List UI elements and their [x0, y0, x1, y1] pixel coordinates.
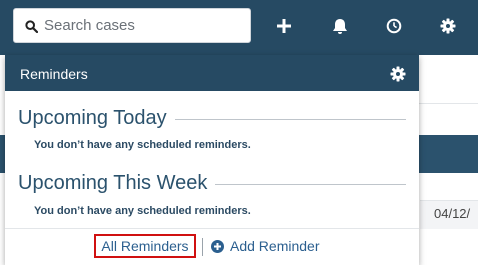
search-box[interactable]	[13, 8, 251, 43]
reminders-header: Reminders	[5, 55, 419, 91]
reminders-settings-gear-icon[interactable]	[390, 66, 406, 82]
plus-icon[interactable]	[275, 17, 293, 35]
plus-circle-icon	[211, 239, 224, 253]
add-reminder-link[interactable]: Add Reminder	[211, 237, 320, 255]
footer-separator	[202, 238, 203, 256]
add-reminder-label: Add Reminder	[230, 238, 320, 254]
upcoming-week-heading: Upcoming This Week	[18, 172, 216, 195]
all-reminders-label: All Reminders	[101, 238, 189, 254]
gear-icon[interactable]	[439, 17, 457, 35]
reminders-title: Reminders	[20, 66, 88, 82]
footer-divider	[5, 228, 419, 229]
upcoming-today-empty-message: You don’t have any scheduled reminders.	[34, 139, 251, 151]
background-date: 04/12/	[434, 206, 471, 221]
upcoming-week-empty-message: You don’t have any scheduled reminders.	[34, 205, 251, 217]
dropdown-caret	[27, 47, 43, 55]
bell-icon[interactable]	[331, 17, 349, 35]
search-input[interactable]	[44, 9, 244, 42]
upcoming-today-heading: Upcoming Today	[18, 107, 175, 130]
top-nav-bar	[0, 0, 478, 55]
search-icon	[25, 20, 38, 33]
all-reminders-link[interactable]: All Reminders	[94, 234, 196, 258]
clock-icon[interactable]	[385, 17, 403, 35]
reminders-dropdown: Reminders Upcoming Today You don’t have …	[5, 55, 419, 265]
